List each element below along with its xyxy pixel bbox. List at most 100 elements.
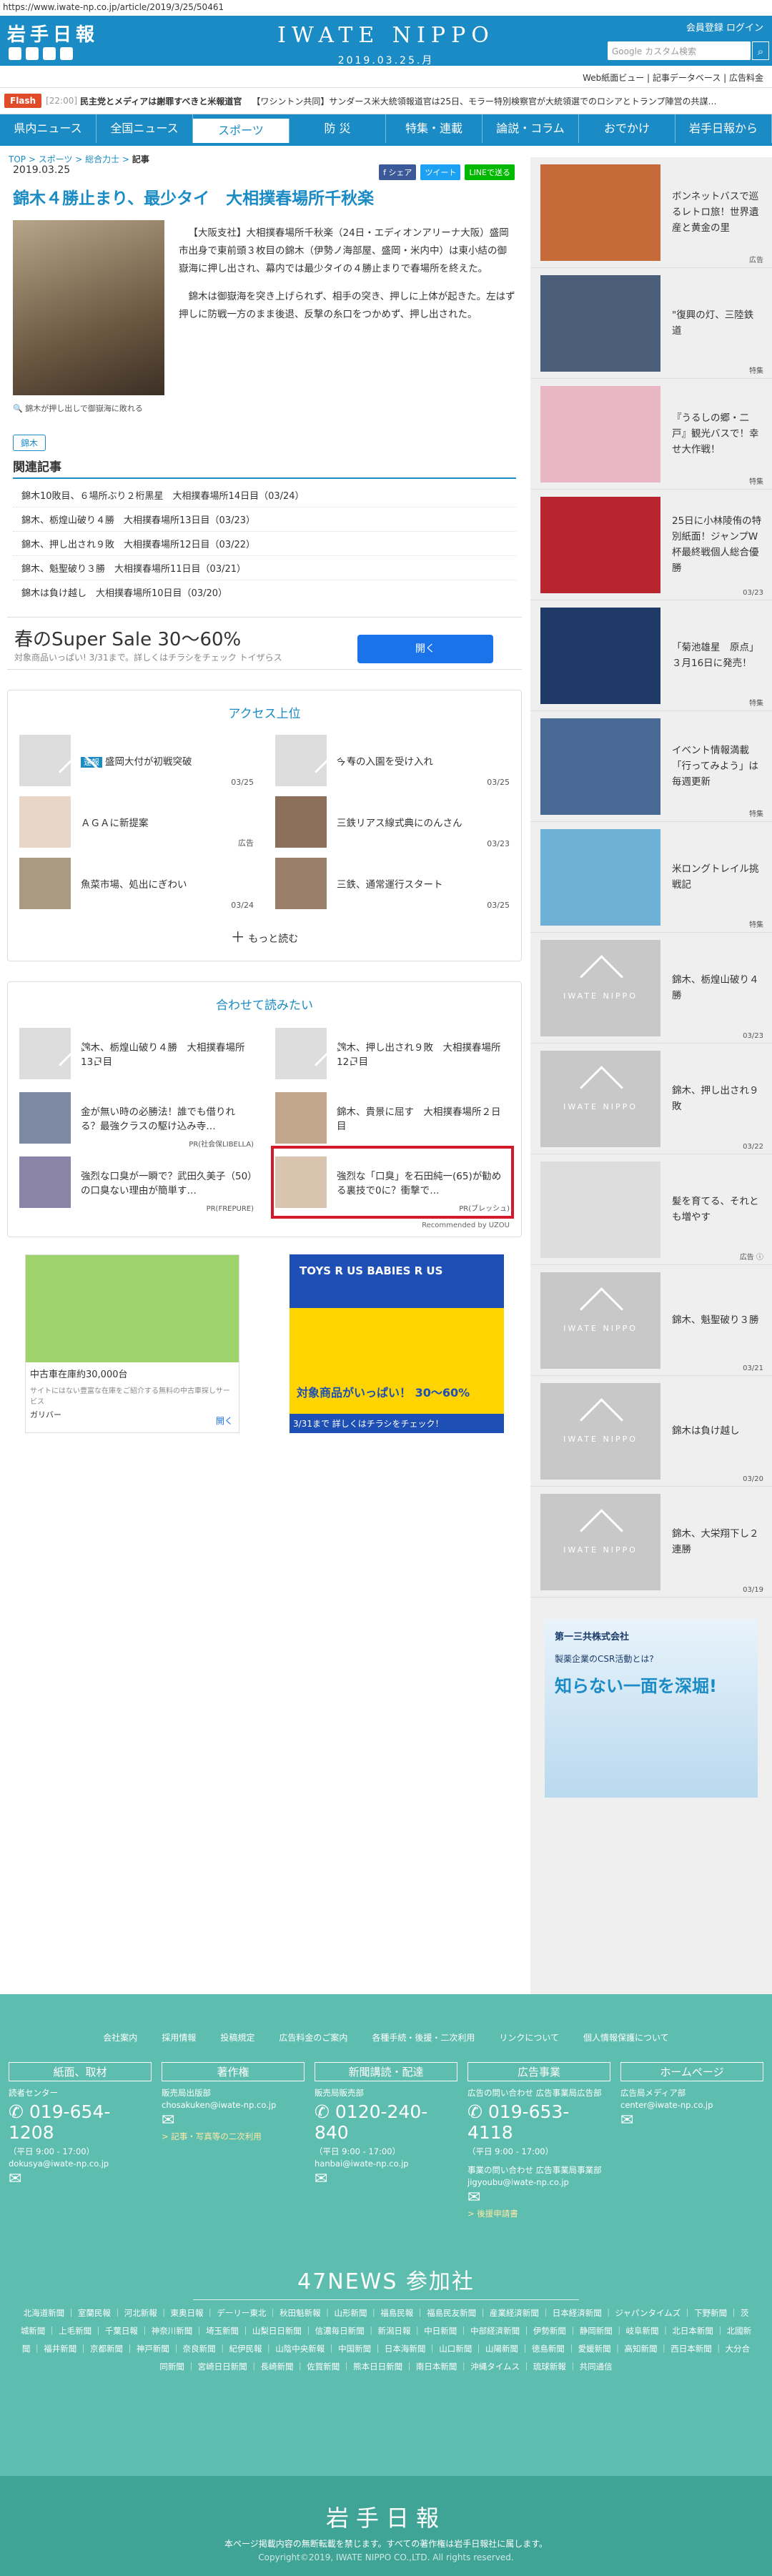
- flash-headline[interactable]: 民主党とメディアは謝罪すべきと米報道官: [80, 95, 242, 107]
- secondary-use-link[interactable]: > 記事・写真等の二次利用: [162, 2131, 305, 2142]
- footer-link[interactable]: 個人情報保護について: [583, 2031, 669, 2044]
- ranking-item[interactable]: 速報盛岡大付が初戦突破03/25: [19, 730, 254, 805]
- contact-email[interactable]: chosakuken@iwate-np.co.jp: [162, 2100, 305, 2110]
- mail-icon[interactable]: ✉: [315, 2170, 457, 2188]
- ranking-item[interactable]: 三鉄リアス線式典にのんさん 03/23: [275, 791, 510, 853]
- sidebar-item[interactable]: 錦木は負け越し 03/20: [530, 1376, 772, 1487]
- ranking-text: ＡＧＡに新提案: [81, 818, 149, 829]
- contact-email[interactable]: center@iwate-np.co.jp: [620, 2100, 763, 2110]
- recommend-text: 錦木、栃煌山破り４勝 大相撲春場所13日目: [81, 1042, 245, 1068]
- member-links[interactable]: 会員登録 ログイン: [686, 20, 763, 34]
- footer-logo[interactable]: 岩手日報: [0, 2476, 772, 2533]
- footer-link[interactable]: 採用情報: [162, 2031, 196, 2044]
- article-photo[interactable]: [13, 220, 164, 395]
- breadcrumb-item[interactable]: 総合力士: [85, 154, 119, 164]
- sidebar-item[interactable]: 25日に小林陵侑の特別紙面！ジャンプW杯最終戦個人総合優勝 03/23: [530, 490, 772, 600]
- contact-dept: 広告の問い合わせ 広告事業局広告部: [467, 2088, 602, 2098]
- mail-icon[interactable]: ✉: [467, 2189, 610, 2206]
- recommend-item[interactable]: 錦木、栃煌山破り４勝 大相撲春場所13日目: [19, 1021, 254, 1098]
- nav-item[interactable]: 特集・連載: [386, 114, 482, 143]
- sidebar-text: 錦木、魁聖破り３勝: [672, 1314, 759, 1326]
- mail-icon[interactable]: ✉: [162, 2111, 305, 2129]
- recommend-item-highlighted[interactable]: 強烈な「口臭」を石田純一(65)が勧める裏技で0に？衝撃で… PR(ブレッシュ): [271, 1146, 514, 1219]
- sub-links[interactable]: Web紙面ビュー | 記事データベース | 広告料金: [0, 66, 772, 87]
- contact-email[interactable]: dokusya@iwate-np.co.jp: [9, 2159, 152, 2169]
- tag-link[interactable]: 錦木: [13, 435, 46, 451]
- phone-number[interactable]: ✆ 0120-240-840: [315, 2101, 457, 2143]
- sidebar-item[interactable]: 米ロングトレイル挑戦記 特集: [530, 822, 772, 933]
- related-link[interactable]: 錦木10敗目、６場所ぶり２桁黒星 大相撲春場所14日目（03/24）: [13, 483, 516, 507]
- ad-gulliver[interactable]: 中古車在庫約30,000台 サイトにはない豊富な在庫をご紹介する無料の中古車探し…: [25, 1254, 239, 1433]
- search-icon[interactable]: ⌕: [752, 41, 769, 60]
- nav-item-active[interactable]: スポーツ: [193, 119, 290, 143]
- sidebar-item[interactable]: ボンネットバスで巡るレトロ旅！世界遺産と黄金の里 広告: [530, 157, 772, 268]
- contact-email[interactable]: hanbai@iwate-np.co.jp: [315, 2159, 457, 2169]
- sidebar-item[interactable]: 錦木、大栄翔下し２連勝 03/19: [530, 1487, 772, 1597]
- sidebar-item[interactable]: "復興の灯、三陸鉄道 特集: [530, 268, 772, 379]
- sidebar-item[interactable]: 錦木、栃煌山破り４勝 03/23: [530, 933, 772, 1044]
- tweet-button[interactable]: ツイート: [420, 164, 461, 180]
- related-link[interactable]: 錦木、栃煌山破り４勝 大相撲春場所13日目（03/23）: [13, 507, 516, 532]
- ad-open-button[interactable]: 開く: [357, 635, 493, 663]
- ranking-item[interactable]: ＡＧＡに新提案 広告: [19, 791, 254, 853]
- breadcrumb-item[interactable]: TOP: [9, 154, 26, 164]
- nav-item[interactable]: 全国ニュース: [96, 114, 193, 143]
- recommend-credit[interactable]: Recommended by UZOU: [19, 1214, 510, 1229]
- ad-banner[interactable]: 春のSuper Sale 30〜60% 対象商品いっぱい! 3/31まで。詳しく…: [7, 617, 522, 670]
- related-link[interactable]: 錦木は負け越し 大相撲春場所10日目（03/20）: [13, 580, 516, 604]
- breadcrumb-item[interactable]: スポーツ: [39, 154, 73, 164]
- sidebar-item[interactable]: 「菊池雄星 原点」３月16日に発売！ 特集: [530, 600, 772, 711]
- ranking-text: 三鉄リアス線式典にのんさん: [337, 818, 462, 829]
- phone-number[interactable]: ✆ 019-653-4118: [467, 2101, 610, 2143]
- thumbnail: [540, 939, 660, 1036]
- contact-hours: （平日 9:00 - 17:00）: [9, 2146, 95, 2156]
- nav-item[interactable]: おでかけ: [579, 114, 676, 143]
- phone-number[interactable]: ✆ 019-654-1208: [9, 2101, 152, 2143]
- footer-link[interactable]: リンクについて: [499, 2031, 559, 2044]
- footer-link[interactable]: 投稿規定: [220, 2031, 254, 2044]
- mail-icon[interactable]: ✉: [9, 2170, 152, 2188]
- recommend-item[interactable]: 金が無い時の必勝法！誰でも借りれる？最強クラスの駆け込み寺… PR(社会保LIBE…: [19, 1086, 254, 1150]
- sidebar-item[interactable]: 『うるしの郷・二戸』観光バスで！幸せ大作戦！ 特集: [530, 379, 772, 490]
- contact-email[interactable]: jigyoubu@iwate-np.co.jp: [467, 2177, 610, 2187]
- related-link[interactable]: 錦木、押し出され９敗 大相撲春場所12日目（03/22）: [13, 532, 516, 556]
- sidebar-item[interactable]: 錦木、押し出され９敗 03/22: [530, 1044, 772, 1154]
- sidebar-item[interactable]: 髪を育てる、それとも増やす 広告 ⓘ: [530, 1154, 772, 1265]
- 47news-members[interactable]: 北海道新聞 ｜ 室蘭民報 ｜ 河北新報 ｜ 東奥日報 ｜ デーリー東北 ｜ 秋田…: [0, 2300, 772, 2380]
- flash-ticker[interactable]: Flash [22:00] 民主党とメディアは謝罪すべきと米報道官 【ワシントン…: [0, 87, 772, 114]
- sidebar-item[interactable]: 錦木、魁聖破り３勝 03/21: [530, 1265, 772, 1376]
- nav-item[interactable]: 県内ニュース: [0, 114, 96, 143]
- ranking-item[interactable]: 三鉄、通常運行スタート 03/25: [275, 853, 510, 914]
- footer-link[interactable]: 会社案内: [103, 2031, 137, 2044]
- recommend-item[interactable]: 錦木、押し出され９敗 大相撲春場所12日目: [275, 1021, 510, 1098]
- nav-item[interactable]: 防 災: [290, 114, 386, 143]
- footer-link[interactable]: 広告料金のご案内: [279, 2031, 347, 2044]
- more-button[interactable]: ＋ もっと読む: [19, 914, 510, 953]
- facebook-share-button[interactable]: f シェア: [379, 164, 417, 180]
- recommend-item[interactable]: 錦木、貴景に屈す 大相撲春場所２日目: [275, 1086, 510, 1150]
- nav-item[interactable]: 岩手日報から: [676, 114, 772, 143]
- line-share-button[interactable]: LINEで送る: [465, 164, 515, 180]
- mail-icon[interactable]: ✉: [620, 2111, 763, 2129]
- contact-heading: 著作権: [162, 2062, 305, 2081]
- related-link[interactable]: 錦木、魁聖破り３勝 大相撲春場所11日目（03/21）: [13, 556, 516, 580]
- ranking-item[interactable]: 今春の入園を受け入れ03/25: [275, 730, 510, 805]
- recommend-item[interactable]: 強烈な口臭が一瞬で？武田久美子（50）の口臭ない理由が簡単す… PR(FREPUR…: [19, 1150, 254, 1214]
- sidebar-date: 特集: [749, 478, 763, 486]
- ad-toysrus[interactable]: TOYS R US BABIES R US 対象商品がいっぱい！ 30〜60% …: [290, 1254, 504, 1433]
- sidebar-item[interactable]: イベント情報満載「行ってみよう」は毎週更新 特集: [530, 711, 772, 822]
- footer: 会社案内 採用情報 投稿規定 広告料金のご案内 各種手続・後援・二次利用 リンク…: [0, 1994, 772, 2576]
- flash-label: Flash: [4, 94, 42, 108]
- phone-text: 0120-240-840: [315, 2101, 428, 2143]
- nav-item[interactable]: 論説・コラム: [482, 114, 579, 143]
- sponsor-form-link[interactable]: > 後援申請書: [467, 2208, 610, 2219]
- sidebar-ad[interactable]: 第一三共株式会社 製薬企業のCSR活動とは? 知らない一面を深堀!: [545, 1619, 758, 1798]
- flash-headline-2[interactable]: 【ワシントン共同】サンダース米大統領報道官は25日、モラー特別検察官が大統領選で…: [252, 95, 716, 107]
- contact-heading: ホームページ: [620, 2062, 763, 2081]
- contact-dept: 販売局販売部: [315, 2088, 364, 2098]
- footer-link[interactable]: 各種手続・後援・二次利用: [372, 2031, 475, 2044]
- search-input[interactable]: Google カスタム検索 ⌕: [608, 41, 769, 60]
- ad-open-button[interactable]: 開く: [216, 1415, 233, 1427]
- sidebar-date: 広告 ⓘ: [739, 1254, 763, 1262]
- ranking-item[interactable]: 魚菜市場、処出にぎわい 03/24: [19, 853, 254, 914]
